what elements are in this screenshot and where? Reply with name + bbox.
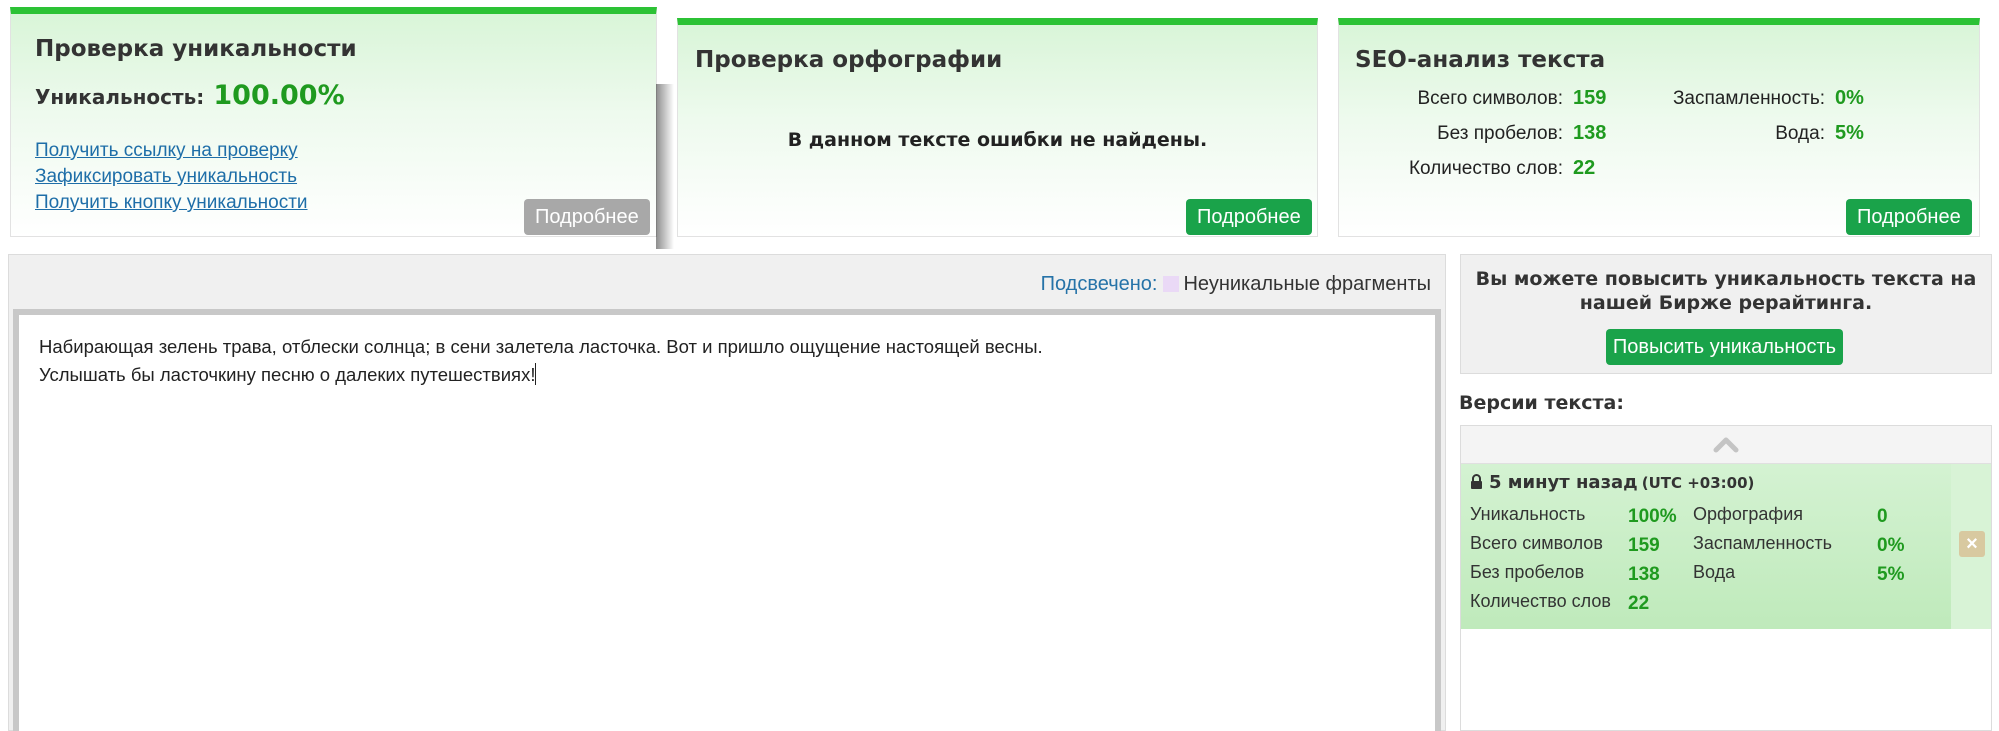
boost-box: Вы можете повысить уникальность текста н… xyxy=(1460,254,1992,374)
seo-water-value: 5% xyxy=(1835,122,1864,144)
get-check-link[interactable]: Получить ссылку на проверку xyxy=(35,138,308,164)
chevron-up-icon xyxy=(1713,437,1739,453)
highlight-label: Подсвечено: xyxy=(1040,273,1158,295)
seo-word-count-label: Количество слов: xyxy=(1408,158,1563,179)
uniqueness-label: Уникальность: xyxy=(35,85,205,109)
highlight-legend: Подсвечено: Неуникальные фрагменты xyxy=(1041,273,1431,296)
seo-card-title: SEO-анализ текста xyxy=(1355,47,1606,73)
highlight-swatch xyxy=(1163,276,1180,292)
version-uniqueness-value: 100% xyxy=(1628,506,1677,527)
uniqueness-links: Получить ссылку на проверку Зафиксироват… xyxy=(35,138,308,216)
uniqueness-more-button[interactable]: Подробнее xyxy=(524,199,650,235)
text-cursor xyxy=(535,363,537,385)
text-editor[interactable]: Набирающая зелень трава, отблески солнца… xyxy=(13,309,1441,731)
version-no-spaces-value: 138 xyxy=(1628,564,1660,585)
boost-text-line: нашей Бирже рерайтинга. xyxy=(1579,292,1873,314)
seo-total-chars: Всего символов: 159 xyxy=(1369,87,1606,110)
versions-scroll-up[interactable] xyxy=(1461,426,1991,464)
version-word-count-value: 22 xyxy=(1628,593,1650,614)
version-item[interactable]: 5 минут назад (UTC +03:00) Уникальность 1… xyxy=(1461,464,1951,629)
version-water-label: Вода xyxy=(1693,562,1736,582)
version-uniqueness-label: Уникальность xyxy=(1470,504,1586,524)
seo-total-chars-value: 159 xyxy=(1573,87,1607,109)
spelling-more-button[interactable]: Подробнее xyxy=(1186,199,1312,235)
boost-text: Вы можете повысить уникальность текста н… xyxy=(1461,267,1991,315)
seo-more-button[interactable]: Подробнее xyxy=(1846,199,1972,235)
editor-panel: Подсвечено: Неуникальные фрагменты Набира… xyxy=(8,254,1446,731)
boost-uniqueness-button[interactable]: Повысить уникальность xyxy=(1606,329,1843,365)
version-time: 5 минут назад (UTC +03:00) xyxy=(1470,472,1754,493)
seo-word-count: Количество слов: 22 xyxy=(1369,157,1595,180)
version-no-spaces-label: Без пробелов xyxy=(1470,562,1585,582)
version-total-chars-value: 159 xyxy=(1628,535,1660,556)
version-water-value: 5% xyxy=(1877,564,1905,585)
version-total-chars-label: Всего символов xyxy=(1470,533,1603,553)
text-line: Набирающая зелень трава, отблески солнца… xyxy=(39,336,1043,357)
uniqueness-card: Проверка уникальности Уникальность: 100.… xyxy=(10,7,674,249)
boost-text-line: Вы можете повысить уникальность текста н… xyxy=(1475,268,1977,290)
version-word-count-label: Количество слов xyxy=(1470,591,1611,611)
uniqueness-card-title: Проверка уникальности xyxy=(35,36,357,62)
spelling-card-title: Проверка орфографии xyxy=(695,47,1003,73)
seo-spam: Заспамленность: 0% xyxy=(1667,87,1864,110)
seo-card: SEO-анализ текста Всего символов: 159 Без… xyxy=(1338,18,1980,237)
seo-spam-value: 0% xyxy=(1835,87,1864,109)
versions-title: Версии текста: xyxy=(1459,392,1624,414)
version-spelling-label: Орфография xyxy=(1693,504,1804,524)
version-actions: × xyxy=(1951,464,1991,629)
text-line-content: Услышать бы ласточкину песню о далеких п… xyxy=(39,364,536,385)
close-icon[interactable]: × xyxy=(1959,531,1985,557)
seo-spam-label: Заспамленность: xyxy=(1672,88,1825,109)
version-spam-value: 0% xyxy=(1877,535,1905,556)
seo-word-count-value: 22 xyxy=(1573,157,1596,179)
spelling-card: Проверка орфографии В данном тексте ошиб… xyxy=(677,18,1318,237)
version-time-text: 5 минут назад xyxy=(1489,472,1638,493)
seo-water: Вода: 5% xyxy=(1667,122,1864,145)
versions-list: 5 минут назад (UTC +03:00) Уникальность 1… xyxy=(1460,425,1992,731)
uniqueness-result: Уникальность: 100.00% xyxy=(35,80,345,111)
get-uniqueness-button-link[interactable]: Получить кнопку уникальности xyxy=(35,190,308,216)
lock-icon xyxy=(1471,474,1482,489)
text-line: Услышать бы ласточкину песню о далеких п… xyxy=(39,361,1415,389)
seo-no-spaces-value: 138 xyxy=(1573,122,1607,144)
version-spelling-value: 0 xyxy=(1877,506,1888,527)
uniqueness-value: 100.00% xyxy=(213,80,345,111)
seo-total-chars-label: Всего символов: xyxy=(1417,88,1563,109)
spelling-message: В данном тексте ошибки не найдены. xyxy=(787,129,1208,151)
fix-uniqueness-link[interactable]: Зафиксировать уникальность xyxy=(35,164,308,190)
seo-no-spaces-label: Без пробелов: xyxy=(1437,123,1563,144)
version-spam-label: Заспамленность xyxy=(1693,533,1833,553)
seo-water-label: Вода: xyxy=(1775,123,1825,144)
seo-no-spaces: Без пробелов: 138 xyxy=(1369,122,1606,145)
version-timezone: (UTC +03:00) xyxy=(1641,474,1755,492)
highlight-description: Неуникальные фрагменты xyxy=(1183,273,1431,295)
